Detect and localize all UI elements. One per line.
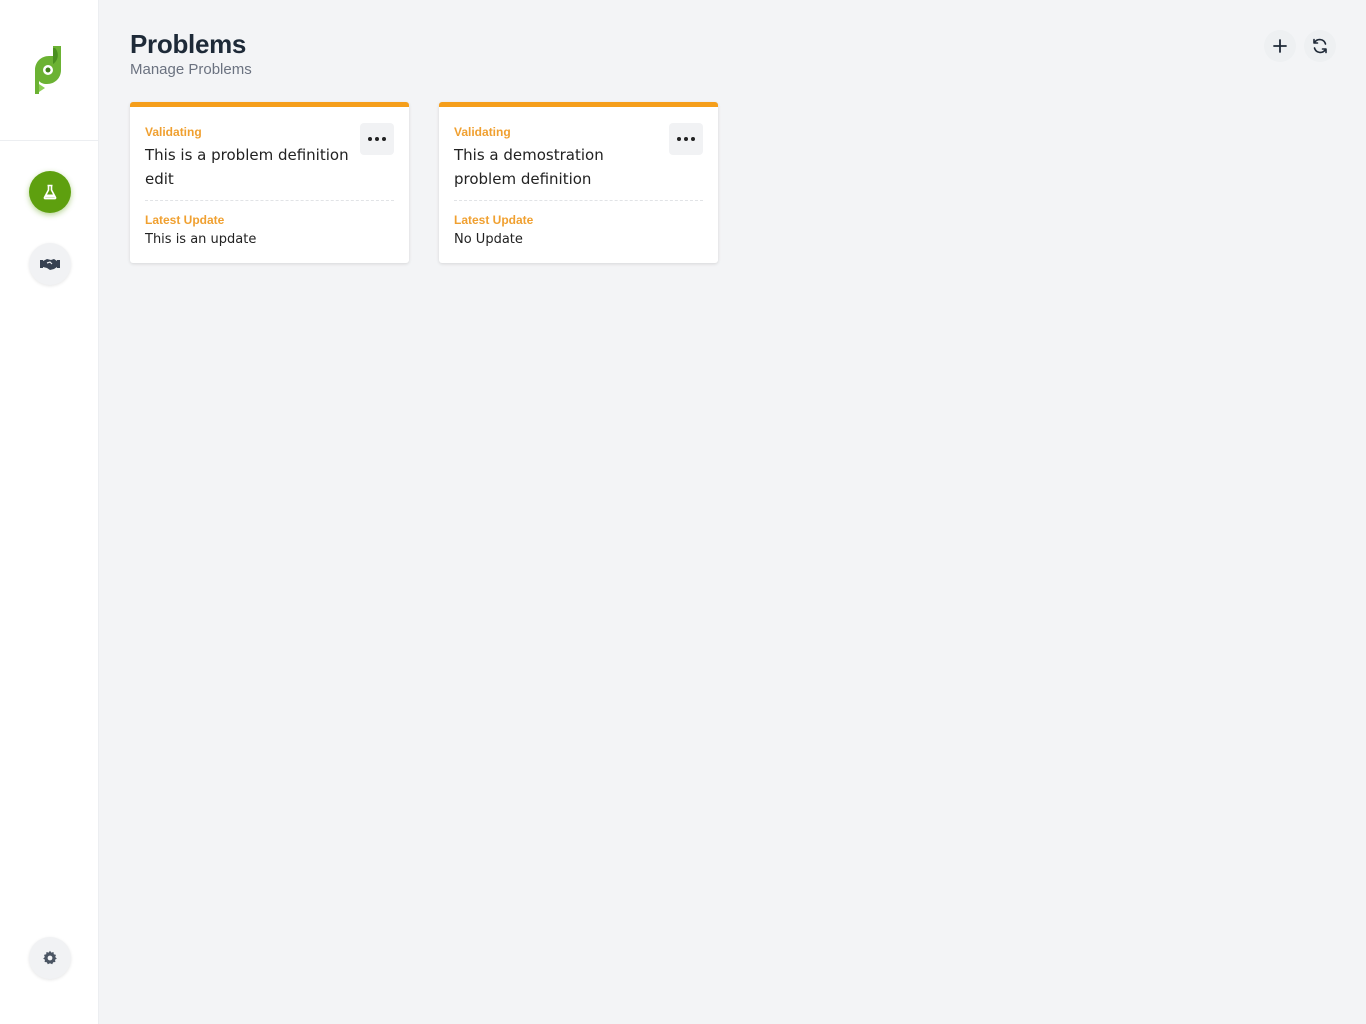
sidebar [0,0,99,1024]
more-dots-icon [691,137,695,141]
handshake-icon [40,259,60,270]
problem-title: This is a problem definition edit [145,146,349,188]
status-badge: Validating [145,125,202,139]
problem-card-list: Validating This is a problem definition … [130,102,718,263]
problem-card[interactable]: Validating This is a problem definition … [130,102,409,263]
more-dots-icon [684,137,688,141]
more-dots-icon [382,137,386,141]
more-dots-icon [368,137,372,141]
problem-title: This a demostration problem definition [454,146,604,188]
refresh-button[interactable] [1304,30,1336,62]
sidebar-item-partners[interactable] [29,243,71,285]
more-dots-icon [375,137,379,141]
top-actions [1264,30,1336,62]
card-menu-button[interactable] [360,123,394,155]
page-subtitle: Manage Problems [130,61,252,78]
status-badge: Validating [454,125,511,139]
card-divider [454,200,703,201]
app-logo[interactable] [33,44,67,96]
latest-update-text: No Update [454,232,523,247]
more-dots-icon [677,137,681,141]
plus-icon [1273,39,1287,53]
problem-card[interactable]: Validating This a demostration problem d… [439,102,718,263]
sidebar-item-problems[interactable] [29,171,71,213]
page-title: Problems [130,29,247,59]
settings-button[interactable] [29,937,71,979]
main-content: Problems Manage Problems Validating This… [100,0,1366,1024]
latest-update-text: This is an update [145,232,257,247]
refresh-icon [1313,38,1327,54]
latest-update-label: Latest Update [454,213,534,227]
gear-icon [43,950,57,965]
latest-update-label: Latest Update [145,213,225,227]
logo-area [0,0,99,141]
add-button[interactable] [1264,30,1296,62]
card-divider [145,200,394,201]
card-menu-button[interactable] [669,123,703,155]
flask-icon [43,184,57,200]
